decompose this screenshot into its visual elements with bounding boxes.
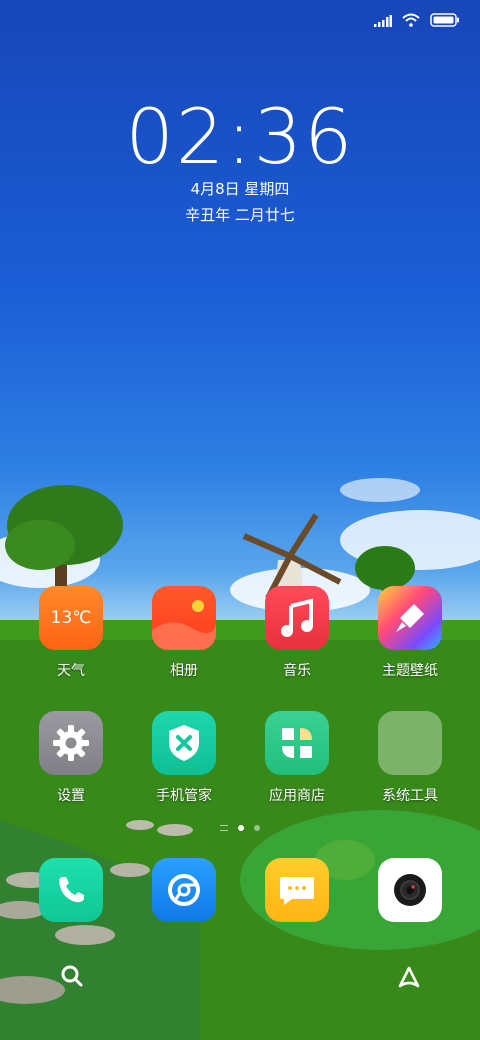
gallery-icon xyxy=(152,586,216,650)
clock-time[interactable]: 02:36 xyxy=(0,92,480,181)
clock-lunar-date: 辛丑年 二月廿七 xyxy=(185,206,295,224)
app-music[interactable]: 音乐 xyxy=(242,586,352,680)
messages-icon xyxy=(265,858,329,922)
app-label: 天气 xyxy=(57,663,85,679)
assistant-icon[interactable] xyxy=(394,962,424,992)
battery-icon xyxy=(430,12,460,31)
camera-icon xyxy=(378,858,442,922)
weather-icon: 13℃ xyxy=(39,586,103,650)
app-label: 相册 xyxy=(170,663,198,679)
app-store-icon xyxy=(265,711,329,775)
dock-messages[interactable] xyxy=(265,858,329,922)
app-weather[interactable]: 13℃ 天气 xyxy=(16,586,126,680)
phone-icon xyxy=(39,858,103,922)
app-label: 主题壁纸 xyxy=(382,663,438,679)
wifi-icon xyxy=(402,12,420,31)
dock-phone[interactable] xyxy=(39,858,103,922)
app-label: 手机管家 xyxy=(156,788,212,804)
app-store[interactable]: 应用商店 xyxy=(242,711,352,805)
app-settings[interactable]: 设置 xyxy=(16,711,126,805)
app-security[interactable]: 手机管家 xyxy=(129,711,239,805)
app-themes[interactable]: 主题壁纸 xyxy=(355,586,465,680)
clock-date: 4月8日 星期四 xyxy=(190,180,290,198)
page-dot[interactable] xyxy=(254,825,260,831)
weather-temp: 13℃ xyxy=(50,608,92,628)
dock-browser[interactable] xyxy=(152,858,216,922)
app-label: 应用商店 xyxy=(269,788,325,804)
themes-icon xyxy=(378,586,442,650)
status-bar xyxy=(374,10,460,32)
app-label: 设置 xyxy=(57,788,85,804)
folder-icon xyxy=(378,711,442,775)
music-icon xyxy=(265,586,329,650)
app-label: 系统工具 xyxy=(382,788,438,804)
search-icon[interactable] xyxy=(58,962,88,992)
dock-camera[interactable] xyxy=(378,858,442,922)
page-indicator-minus-one[interactable] xyxy=(220,825,228,831)
page-indicator xyxy=(0,825,480,831)
page-dot-active[interactable] xyxy=(238,825,244,831)
app-folder-system-tools[interactable]: 系统工具 xyxy=(355,711,465,805)
settings-icon xyxy=(39,711,103,775)
browser-icon xyxy=(152,858,216,922)
signal-icon xyxy=(374,12,392,31)
app-label: 音乐 xyxy=(283,663,311,679)
security-icon xyxy=(152,711,216,775)
app-gallery[interactable]: 相册 xyxy=(129,586,239,680)
